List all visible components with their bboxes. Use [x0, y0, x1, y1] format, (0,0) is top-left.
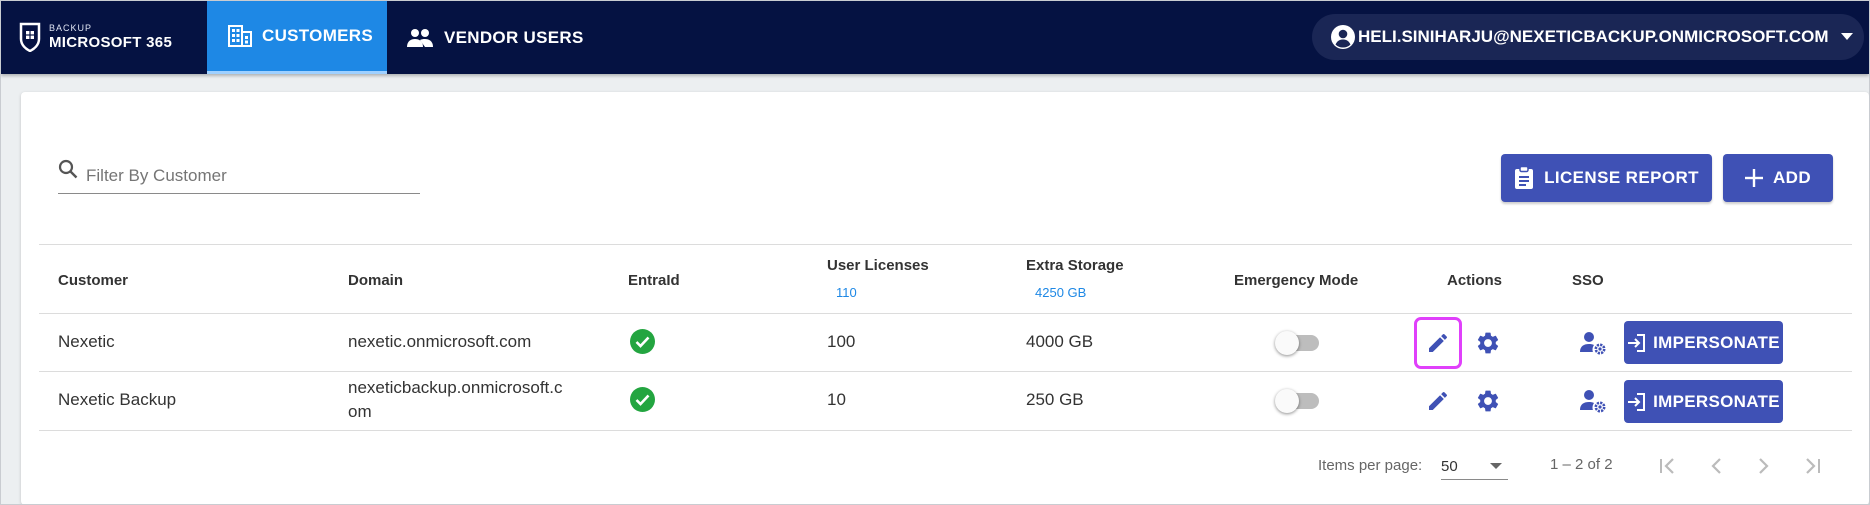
last-page-button[interactable] — [1796, 450, 1828, 482]
chevron-right-icon — [1759, 458, 1769, 474]
impersonate-button[interactable]: IMPERSONATE — [1624, 380, 1783, 423]
impersonate-label: IMPERSONATE — [1653, 391, 1780, 411]
logo-big-text: MICROSOFT 365 — [49, 34, 173, 51]
page-range: 1 – 2 of 2 — [1550, 456, 1613, 473]
cell-domain: nexetic.onmicrosoft.com — [348, 332, 532, 351]
chevron-down-icon — [1840, 33, 1853, 40]
pencil-icon — [1429, 391, 1448, 410]
previous-page-button[interactable] — [1700, 450, 1732, 482]
chevron-left-icon — [1711, 458, 1721, 474]
user-email: HELI.SINIHARJU@NEXETICBACKUP.ONMICROSOFT… — [1358, 27, 1829, 46]
add-button[interactable]: ADD — [1723, 154, 1833, 202]
impersonate-button[interactable]: IMPERSONATE — [1624, 321, 1783, 364]
items-per-page-select[interactable]: 50 — [1441, 454, 1508, 480]
pencil-icon — [1429, 333, 1448, 352]
last-page-icon — [1806, 458, 1820, 474]
table-top-border — [39, 244, 1852, 245]
login-icon — [1628, 333, 1646, 352]
header-divider — [39, 313, 1852, 314]
edit-button[interactable] — [1422, 385, 1454, 417]
filter-field[interactable] — [58, 158, 420, 194]
search-icon — [58, 159, 78, 178]
row-divider — [39, 371, 1852, 372]
row-divider — [39, 430, 1852, 431]
user-gear-icon — [1580, 332, 1606, 355]
column-header-extra-storage[interactable]: Extra Storage — [1026, 257, 1124, 274]
cell-customer: Nexetic Backup — [58, 390, 177, 409]
column-header-customer[interactable]: Customer — [58, 272, 128, 289]
column-header-emergency-mode[interactable]: Emergency Mode — [1234, 272, 1358, 289]
gear-icon — [1477, 332, 1499, 354]
cell-user-licenses: 100 — [827, 332, 856, 351]
impersonate-label: IMPERSONATE — [1653, 332, 1780, 352]
column-header-domain[interactable]: Domain — [348, 272, 403, 289]
account-circle-icon — [1331, 25, 1355, 49]
check-circle-icon — [630, 387, 655, 412]
next-page-button[interactable] — [1748, 450, 1780, 482]
column-header-entraid[interactable]: EntraId — [628, 272, 680, 289]
sso-settings-button[interactable] — [1578, 385, 1610, 417]
tab-vendor-users-label: VENDOR USERS — [444, 27, 584, 47]
emergency-mode-toggle[interactable] — [1275, 388, 1321, 414]
people-icon — [407, 28, 433, 47]
top-navbar: BACKUP MICROSOFT 365 CUSTOMERS VENDOR US… — [1, 1, 1869, 74]
clipboard-icon — [1515, 166, 1534, 189]
toggle-thumb — [1275, 331, 1299, 355]
cell-extra-storage: 4000 GB — [1026, 332, 1094, 351]
app-logo[interactable]: BACKUP MICROSOFT 365 — [19, 19, 172, 55]
edit-button[interactable] — [1422, 327, 1454, 359]
filter-input[interactable] — [86, 165, 406, 186]
tab-customers[interactable]: CUSTOMERS — [207, 1, 387, 74]
cell-domain-wrap: om — [348, 402, 372, 421]
settings-button[interactable] — [1472, 327, 1504, 359]
tab-customers-label: CUSTOMERS — [262, 26, 374, 45]
dropdown-arrow-icon — [1490, 463, 1502, 469]
building-icon — [228, 25, 252, 47]
column-header-user-licenses[interactable]: User Licenses — [827, 257, 929, 274]
sso-settings-button[interactable] — [1578, 327, 1610, 359]
column-header-sso: SSO — [1572, 272, 1604, 289]
cell-customer: Nexetic — [58, 332, 115, 351]
license-report-label: LICENSE REPORT — [1544, 168, 1699, 187]
login-icon — [1628, 392, 1646, 411]
plus-icon — [1744, 169, 1763, 187]
license-report-button[interactable]: LICENSE REPORT — [1501, 154, 1712, 202]
extra-storage-total: 4250 GB — [1035, 285, 1087, 300]
customers-card: LICENSE REPORT ADD Customer Domain Entra… — [21, 92, 1869, 505]
check-circle-icon — [630, 329, 655, 354]
first-page-button[interactable] — [1652, 450, 1684, 482]
emergency-mode-toggle[interactable] — [1275, 330, 1321, 356]
settings-button[interactable] — [1472, 385, 1504, 417]
gear-icon — [1477, 390, 1499, 412]
shield-logo-icon — [19, 22, 41, 52]
cell-domain: nexeticbackup.onmicrosoft.c — [348, 378, 563, 397]
column-header-actions: Actions — [1447, 272, 1503, 289]
items-per-page-label: Items per page: — [1318, 457, 1423, 474]
user-licenses-total: 110 — [836, 285, 857, 300]
add-label: ADD — [1772, 168, 1812, 187]
toggle-thumb — [1275, 389, 1299, 413]
logo-small-text: BACKUP — [49, 23, 93, 33]
first-page-icon — [1660, 458, 1674, 474]
tab-vendor-users[interactable]: VENDOR USERS — [406, 1, 596, 74]
cell-user-licenses: 10 — [827, 390, 846, 409]
user-gear-icon — [1580, 390, 1606, 413]
items-per-page-value: 50 — [1441, 458, 1458, 475]
cell-extra-storage: 250 GB — [1026, 390, 1084, 409]
user-account-menu[interactable]: HELI.SINIHARJU@NEXETICBACKUP.ONMICROSOFT… — [1312, 14, 1864, 60]
